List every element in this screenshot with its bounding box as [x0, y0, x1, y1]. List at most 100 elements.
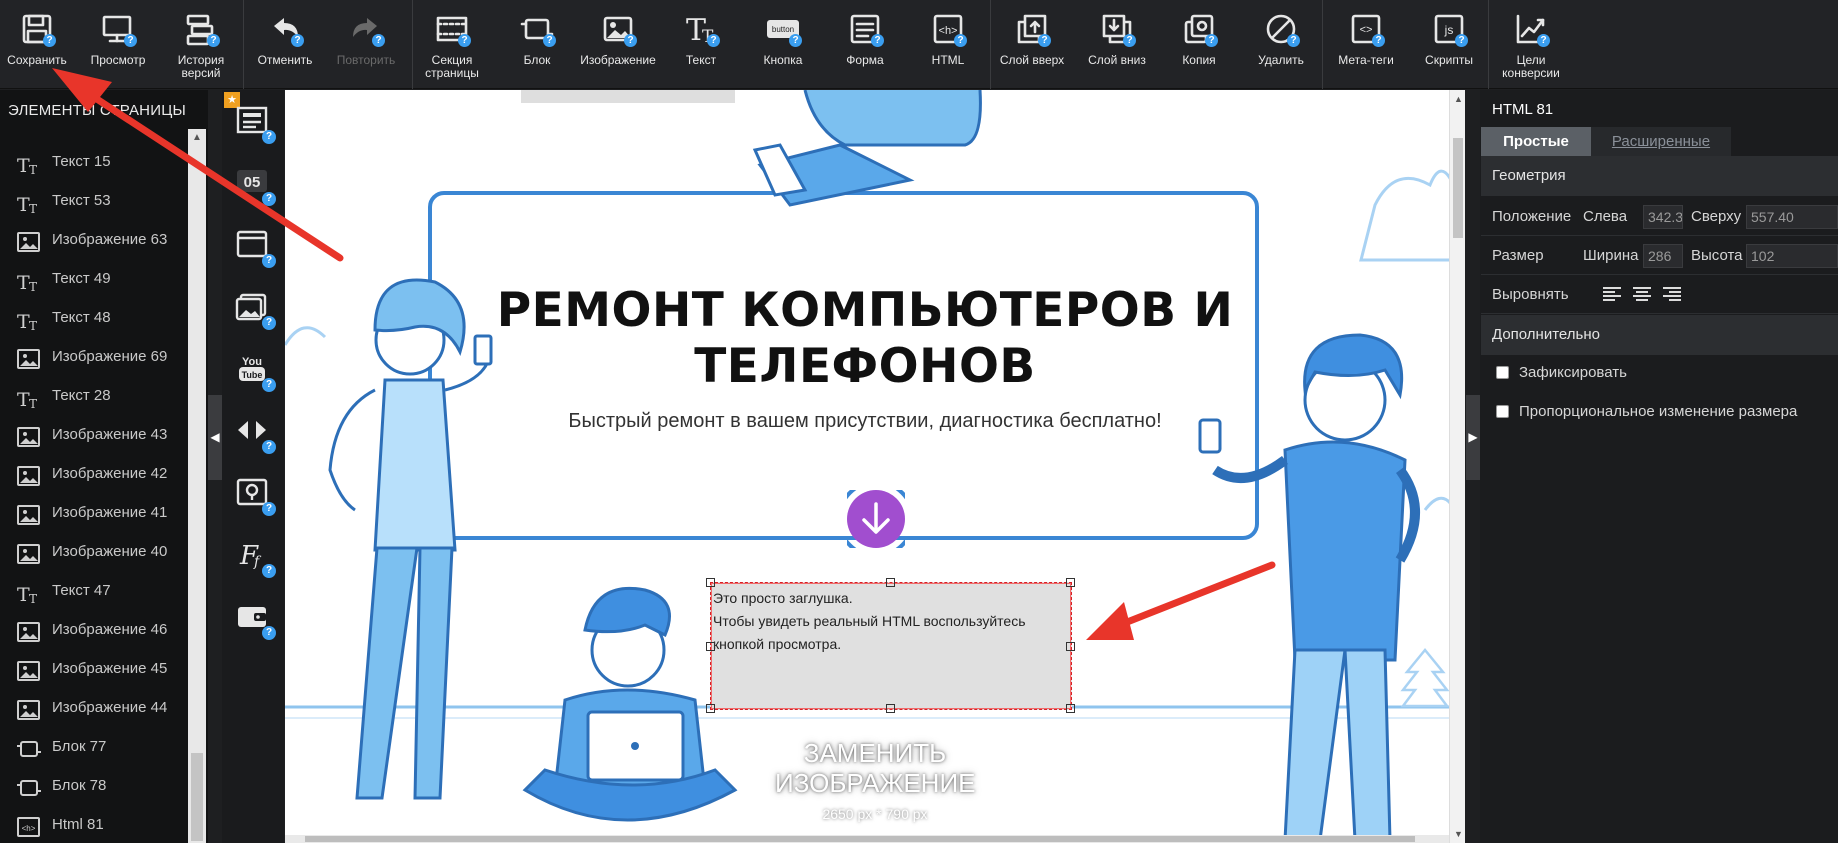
canvas-vertical-scrollbar-thumb[interactable] — [1453, 138, 1463, 238]
toolbar-monitor-button[interactable]: ? Просмотр — [78, 0, 158, 89]
toolbar-section-button[interactable]: ? Секция страницы — [410, 0, 494, 89]
resize-handle-bottom-right[interactable] — [1066, 704, 1075, 713]
help-badge-icon[interactable]: ? — [262, 316, 276, 330]
help-badge-icon[interactable]: ? — [1455, 34, 1468, 47]
replace-image-button[interactable]: ЗАМЕНИТЬ ИЗОБРАЖЕНИЕ — [775, 738, 975, 798]
layer-item[interactable]: T T Текст 48 — [0, 298, 188, 337]
font-widget-button[interactable]: Ff? — [234, 536, 276, 578]
left-input[interactable]: 342.3 — [1643, 205, 1683, 229]
extra-section-header[interactable]: Дополнительно — [1481, 315, 1838, 355]
layer-item[interactable]: T T Текст 53 — [0, 181, 188, 220]
layer-item[interactable]: Изображение 42 — [0, 454, 188, 493]
layer-item[interactable]: Изображение 41 — [0, 493, 188, 532]
layer-item[interactable]: T T Текст 49 — [0, 259, 188, 298]
help-badge-icon[interactable]: ? — [262, 502, 276, 516]
left-panel-collapse-button[interactable]: ◀ — [208, 395, 222, 480]
width-input[interactable]: 286 — [1643, 244, 1683, 268]
toolbar-form-button[interactable]: ? Форма — [824, 0, 906, 89]
layer-item[interactable]: Блок 77 — [0, 727, 188, 766]
toolbar-text-button[interactable]: TT? Текст — [660, 0, 742, 89]
toolbar-redo-button[interactable]: ? Повторить — [326, 0, 406, 89]
geometry-section-header[interactable]: Геометрия — [1481, 156, 1838, 196]
layer-item[interactable]: <h> Html 81 — [0, 805, 188, 843]
hero-title[interactable]: РЕМОНТ КОМПЬЮТЕРОВ И ТЕЛЕФОНОВ — [455, 283, 1275, 395]
toolbar-block-button[interactable]: ? Блок — [496, 0, 578, 89]
toolbar-copy-button[interactable]: ? Копия — [1160, 0, 1238, 89]
toolbar-layer-down-button[interactable]: ? Слой вниз — [1074, 0, 1160, 89]
scroll-down-arrow-icon[interactable]: ▼ — [1454, 829, 1463, 839]
help-badge-icon[interactable]: ? — [262, 130, 276, 144]
countdown-widget-button[interactable]: 05? — [234, 164, 276, 206]
scroll-up-arrow-icon[interactable]: ▲ — [192, 132, 202, 143]
layers-scrollbar[interactable]: ▲ — [188, 129, 206, 843]
toolbar-layer-up-button[interactable]: ? Слой вверх — [990, 0, 1074, 89]
resize-handle-bottom[interactable] — [886, 704, 895, 713]
html-placeholder-block[interactable]: Это просто заглушка. Чтобы увидеть реаль… — [706, 578, 1075, 713]
layer-item[interactable]: Изображение 40 — [0, 532, 188, 571]
help-badge-icon[interactable]: ? — [458, 34, 471, 47]
layers-scrollbar-thumb[interactable] — [191, 753, 203, 841]
help-badge-icon[interactable]: ? — [1038, 34, 1051, 47]
resize-handle-left[interactable] — [706, 642, 715, 651]
news-widget-button[interactable]: ? — [234, 102, 276, 144]
help-badge-icon[interactable]: ? — [43, 34, 56, 47]
align-center-icon[interactable] — [1633, 287, 1651, 303]
canvas-vertical-scrollbar[interactable]: ▲ ▼ — [1449, 90, 1465, 843]
resize-handle-right[interactable] — [1066, 642, 1075, 651]
layer-item[interactable]: Изображение 46 — [0, 610, 188, 649]
help-badge-icon[interactable]: ? — [789, 34, 802, 47]
layer-item[interactable]: Изображение 63 — [0, 220, 188, 259]
layer-item[interactable]: T T Текст 15 — [0, 142, 188, 181]
resize-handle-top-right[interactable] — [1066, 578, 1075, 587]
help-badge-icon[interactable]: ? — [624, 34, 637, 47]
tab-advanced[interactable]: Расширенные — [1591, 127, 1731, 156]
resize-handle-bottom-left[interactable] — [706, 704, 715, 713]
help-badge-icon[interactable]: ? — [262, 192, 276, 206]
help-badge-icon[interactable]: ? — [543, 34, 556, 47]
top-input[interactable]: 557.40 — [1746, 205, 1838, 229]
toolbar-html-button[interactable]: <h>? HTML — [906, 0, 990, 89]
layer-item[interactable]: Блок 78 — [0, 766, 188, 805]
help-badge-icon[interactable]: ? — [262, 440, 276, 454]
tab-simple[interactable]: Простые — [1481, 127, 1591, 156]
help-badge-icon[interactable]: ? — [1537, 34, 1550, 47]
layer-item[interactable]: Изображение 69 — [0, 337, 188, 376]
help-badge-icon[interactable]: ? — [372, 34, 385, 47]
canvas-horizontal-scrollbar-thumb[interactable] — [305, 836, 1415, 842]
layer-item[interactable]: T T Текст 47 — [0, 571, 188, 610]
help-badge-icon[interactable]: ? — [262, 564, 276, 578]
hero-subtitle[interactable]: Быстрый ремонт в вашем присутствии, диаг… — [455, 410, 1275, 433]
help-badge-icon[interactable]: ? — [1123, 34, 1136, 47]
align-right-icon[interactable] — [1663, 287, 1681, 303]
canvas-horizontal-scrollbar[interactable] — [285, 835, 1449, 843]
checkbox-box[interactable] — [1496, 366, 1509, 379]
right-panel-collapse-button[interactable]: ▶ — [1466, 395, 1480, 480]
wallet-widget-button[interactable]: ? — [234, 598, 276, 640]
layer-item[interactable]: Изображение 45 — [0, 649, 188, 688]
toolbar-image-button[interactable]: ? Изображение — [574, 0, 662, 89]
help-badge-icon[interactable]: ? — [707, 34, 720, 47]
help-badge-icon[interactable]: ? — [1205, 34, 1218, 47]
help-badge-icon[interactable]: ? — [262, 254, 276, 268]
height-input[interactable]: 102 — [1746, 244, 1838, 268]
help-badge-icon[interactable]: ? — [1287, 34, 1300, 47]
map-widget-button[interactable]: ? — [234, 474, 276, 516]
toolbar-history-button[interactable]: ? История версий — [160, 0, 242, 89]
align-left-icon[interactable] — [1603, 287, 1621, 303]
toolbar-meta-tags-button[interactable]: <>? Мета-теги — [1326, 0, 1406, 89]
layer-item[interactable]: Изображение 43 — [0, 415, 188, 454]
help-badge-icon[interactable]: ? — [262, 378, 276, 392]
slider-widget-button[interactable]: ? — [234, 412, 276, 454]
layer-item[interactable]: T T Текст 28 — [0, 376, 188, 415]
resize-handle-top-left[interactable] — [706, 578, 715, 587]
toolbar-floppy-disk-button[interactable]: ? Сохранить — [0, 0, 74, 89]
popup-widget-button[interactable]: ? — [234, 226, 276, 268]
layer-item[interactable]: Изображение 44 — [0, 688, 188, 727]
toolbar-delete-button[interactable]: ? Удалить — [1238, 0, 1324, 89]
help-badge-icon[interactable]: ? — [124, 34, 137, 47]
gallery-widget-button[interactable]: ? — [234, 288, 276, 330]
help-badge-icon[interactable]: ? — [291, 34, 304, 47]
toolbar-button-button[interactable]: button? Кнопка — [742, 0, 824, 89]
toolbar-scripts-button[interactable]: js? Скрипты — [1408, 0, 1490, 89]
resize-handle-top[interactable] — [886, 578, 895, 587]
